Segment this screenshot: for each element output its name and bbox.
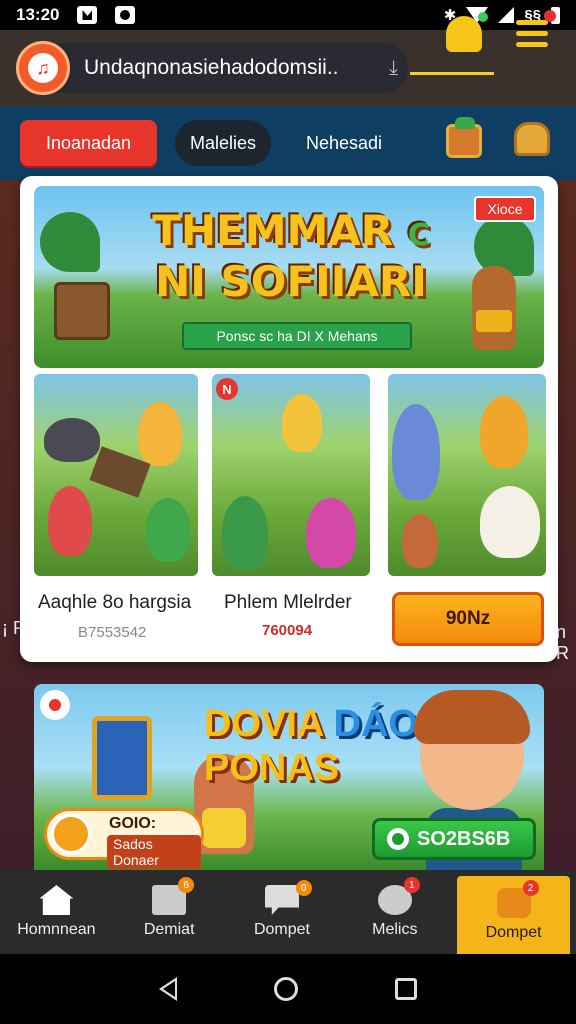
character-illustration: [392, 404, 440, 500]
character-illustration: [282, 394, 322, 452]
treasure-chest-icon[interactable]: [514, 122, 550, 156]
bear-character-illustration: [472, 266, 516, 350]
character-illustration: [480, 486, 540, 558]
recent-apps-icon[interactable]: [395, 978, 418, 1000]
back-icon[interactable]: [158, 977, 177, 1001]
edge-text-right: n R: [556, 622, 569, 663]
promo-banner[interactable]: DOVIA DÁO PONAS GOIO: Sados Donaer SO2BS…: [34, 684, 544, 870]
url-text[interactable]: Undaqnonasiehadodomsii..: [84, 56, 383, 80]
bell-underline: [410, 72, 494, 75]
character-illustration: [146, 498, 190, 562]
hero-title: THEMMAR C NI SOFIIARI: [146, 208, 436, 305]
character-illustration: [306, 498, 356, 568]
character-illustration: [44, 418, 100, 462]
character-illustration: [222, 496, 268, 570]
character-illustration: [48, 486, 92, 556]
nav-label: Melics: [372, 921, 418, 938]
home-circle-icon[interactable]: [273, 977, 298, 1001]
hero-badge[interactable]: Xioce: [474, 196, 536, 222]
character-illustration: [402, 514, 438, 568]
tab-inoanadan[interactable]: Inoanadan: [20, 120, 157, 166]
hero-banner[interactable]: THEMMAR C NI SOFIIARI Ponsc sc ha DI X M…: [34, 186, 544, 368]
nav-label: Dompet: [485, 924, 542, 941]
promo-action-button[interactable]: SO2BS6B: [372, 818, 536, 860]
new-badge-icon: N: [216, 378, 238, 400]
hero-title-line2: NI SOFIIARI: [155, 257, 427, 306]
music-note-icon: ♫: [28, 53, 58, 83]
coin-badge-label: GOIO:: [109, 815, 157, 832]
promo-title: DOVIA DÁO PONAS: [204, 702, 424, 790]
share-icon[interactable]: ⤓: [389, 57, 398, 80]
game-thumbnail-2[interactable]: N: [212, 374, 370, 576]
bell-icon[interactable]: [446, 12, 488, 52]
promo-title-line2: PONAS: [204, 747, 340, 789]
bottom-navigation: Homnnean 6 Demiat 0 Dompet 1 Melics 2 Do…: [0, 870, 576, 954]
coin-icon: [51, 814, 91, 854]
nav-item-home[interactable]: Homnnean: [0, 870, 113, 954]
game-subtitle-1: B7553542: [78, 624, 147, 641]
pin-icon: [40, 690, 70, 720]
app-logo[interactable]: ♫: [16, 41, 70, 95]
game-title-2[interactable]: Phlem Mlelrder: [224, 592, 352, 614]
robot-icon: 1: [377, 877, 420, 915]
url-bar[interactable]: ♫ Undaqnonasiehadodomsii.. ⤓: [16, 41, 408, 95]
status-bar: 13:20 ✱ §§: [0, 0, 576, 30]
phone-illustration: [92, 716, 152, 800]
cart-illustration: [54, 282, 110, 340]
character-illustration: [480, 396, 528, 468]
game-subtitle-2: 760094: [262, 622, 313, 639]
game-title-1[interactable]: Aaqhle 8o hargsia: [38, 592, 191, 614]
app-notification-icon: [115, 6, 136, 24]
nav-label: Dompet: [253, 921, 310, 938]
game-thumbnail-3[interactable]: [388, 374, 546, 576]
play-button[interactable]: 90Nz: [392, 592, 544, 646]
character-illustration: [138, 402, 182, 466]
promo-title-line1: DOVIA: [204, 703, 323, 745]
tab-malelies[interactable]: Malelies: [175, 120, 271, 166]
nav-item-demiat[interactable]: 6 Demiat: [113, 870, 226, 954]
nav-item-dompet-active[interactable]: 2 Dompet: [457, 876, 570, 954]
hero-title-line1: THEMMAR: [152, 206, 394, 255]
search-icon: [387, 828, 409, 850]
system-navigation: [0, 954, 576, 1024]
hero-ribbon: Ponsc sc ha DI X Mehans: [182, 322, 412, 350]
face-icon: 2: [496, 880, 539, 918]
coin-badge-sublabel: Sados Donaer: [107, 835, 201, 869]
promo-action-label: SO2BS6B: [417, 827, 511, 850]
nav-badge: 6: [178, 877, 195, 893]
hero-title-accent: C: [407, 218, 430, 253]
signal-icon: [498, 7, 515, 23]
coin-badge[interactable]: GOIO: Sados Donaer: [44, 808, 204, 869]
nav-badge: 1: [403, 877, 420, 893]
mail-notification-icon: [77, 6, 98, 24]
nav-badge: 2: [522, 880, 539, 896]
home-icon: [39, 885, 74, 915]
tab-nehesadi[interactable]: Nehesadi: [289, 120, 399, 166]
nav-badge: 0: [295, 880, 312, 896]
category-tabs: Inoanadan Malelies Nehesadi: [0, 106, 576, 180]
palm-tree-illustration: [40, 212, 100, 272]
gift-icon[interactable]: [446, 117, 482, 158]
nav-label: Demiat: [143, 921, 195, 938]
game-thumbnail-1[interactable]: [34, 374, 198, 576]
nav-label: Homnnean: [17, 921, 96, 938]
chat-icon: [264, 885, 299, 915]
top-bar: ♫ Undaqnonasiehadodomsii.. ⤓: [0, 30, 576, 106]
nav-item-dompet[interactable]: 0 Dompet: [226, 870, 339, 954]
menu-icon[interactable]: [516, 10, 556, 53]
nav-item-melics[interactable]: 1 Melics: [338, 870, 451, 954]
featured-card: THEMMAR C NI SOFIIARI Ponsc sc ha DI X M…: [20, 176, 558, 662]
status-time: 13:20: [16, 5, 60, 24]
list-icon: 6: [152, 877, 195, 915]
